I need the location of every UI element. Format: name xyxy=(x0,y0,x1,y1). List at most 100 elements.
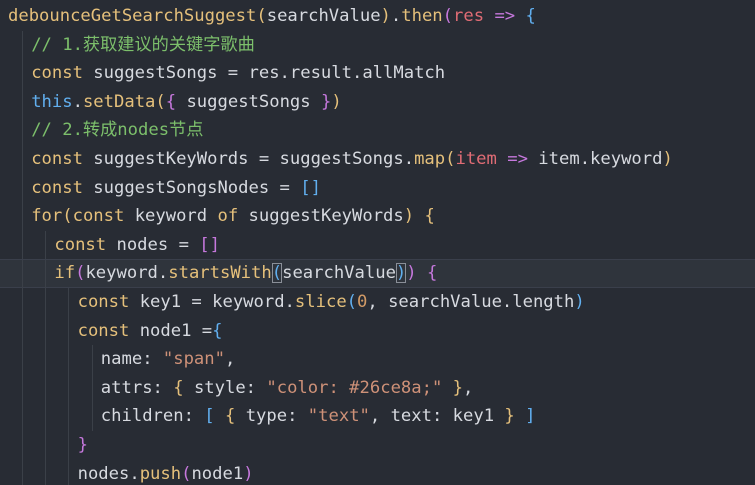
code-token: ) xyxy=(574,292,585,312)
indent-guide xyxy=(45,260,47,289)
indent-guide xyxy=(22,260,23,289)
code-token: ( xyxy=(346,292,358,312)
code-token: => xyxy=(494,6,516,26)
code-token: ( xyxy=(62,206,73,227)
code-editor[interactable]: debounceGetSearchSuggest(searchValue).th… xyxy=(0,0,755,485)
code-token: ) xyxy=(406,263,417,284)
indent-guide xyxy=(68,459,70,485)
code-token: nodes = xyxy=(106,234,200,255)
code-line[interactable]: } xyxy=(0,431,755,460)
code-token: node1 = xyxy=(129,320,213,341)
code-token: ) xyxy=(662,149,673,169)
indent-guide xyxy=(91,373,93,403)
indent-guide xyxy=(22,145,23,174)
indent-guide xyxy=(45,402,47,431)
code-token: } xyxy=(452,377,464,398)
code-line[interactable]: attrs: { style: "color: #26ce8a;" }, xyxy=(0,373,755,403)
code-token: of xyxy=(217,206,239,227)
code-token: this xyxy=(31,91,73,112)
indent-guide xyxy=(22,459,23,485)
code-token: ( xyxy=(256,6,267,26)
code-token: ( xyxy=(181,463,192,484)
code-line[interactable]: const suggestSongsNodes = [] xyxy=(0,173,755,203)
code-token: . xyxy=(72,91,83,112)
code-token: ( xyxy=(442,6,454,26)
code-token: setData xyxy=(82,91,156,112)
indent-guide xyxy=(45,288,47,317)
code-line[interactable]: debounceGetSearchSuggest(searchValue).th… xyxy=(0,2,755,31)
code-line[interactable]: const key1 = keyword.slice(0, searchValu… xyxy=(0,288,755,317)
code-text: // 2.转成nodes节点 xyxy=(31,116,203,145)
code-text: const key1 = keyword.slice(0, searchValu… xyxy=(78,288,585,317)
code-text: const suggestKeyWords = suggestSongs.map… xyxy=(31,145,673,174)
code-token: [] xyxy=(199,234,220,255)
code-token: ( xyxy=(75,263,86,284)
code-token: const xyxy=(77,320,130,341)
indent-guide xyxy=(68,402,70,431)
code-token: item.keyword xyxy=(527,149,663,169)
code-line[interactable]: nodes.push(node1) xyxy=(0,459,755,485)
code-token: { xyxy=(212,320,223,341)
code-token: const xyxy=(72,206,125,227)
code-text: if(keyword.startsWith(searchValue)) { xyxy=(54,260,437,287)
code-line[interactable]: name: "span", xyxy=(0,345,755,374)
code-line[interactable]: if(keyword.startsWith(searchValue)) { xyxy=(0,259,755,289)
indent-guide xyxy=(22,402,23,431)
indent-guide xyxy=(45,316,47,346)
code-token: "text" xyxy=(307,406,370,427)
code-token: ) xyxy=(395,263,407,284)
indent-guide xyxy=(68,345,70,374)
code-line[interactable]: for(const keyword of suggestKeyWords) { xyxy=(0,202,755,231)
code-line[interactable]: // 2.转成nodes节点 xyxy=(0,116,755,145)
code-line[interactable]: const nodes = [] xyxy=(0,230,755,260)
code-token: suggestSongsNodes = xyxy=(82,177,301,198)
code-token: key1 = keyword. xyxy=(129,292,295,312)
code-token: startsWith xyxy=(168,263,272,284)
code-token: attrs: xyxy=(100,377,174,398)
code-token: searchValue xyxy=(282,263,396,284)
code-token: keyword. xyxy=(85,263,169,284)
code-text: children: [ { type: "text", text: key1 }… xyxy=(101,402,536,431)
code-token: map xyxy=(414,149,446,169)
code-token: const xyxy=(31,177,83,198)
code-text: const suggestSongsNodes = [] xyxy=(31,174,321,203)
code-text: nodes.push(node1) xyxy=(78,460,254,485)
code-token: { xyxy=(424,206,435,227)
code-token: if xyxy=(54,263,76,284)
code-token: then xyxy=(401,6,443,26)
indent-guide xyxy=(91,345,93,374)
code-text: // 1.获取建议的关键字歌曲 xyxy=(31,31,255,60)
code-token: } xyxy=(77,435,88,455)
code-token: ) xyxy=(380,6,391,26)
indent-guide xyxy=(22,373,23,403)
indent-guide xyxy=(91,402,93,431)
code-line[interactable]: // 1.获取建议的关键字歌曲 xyxy=(0,30,755,60)
code-token: const xyxy=(77,292,130,312)
code-token: node1 xyxy=(191,463,244,484)
code-token: [ xyxy=(204,406,215,427)
code-line[interactable]: const suggestKeyWords = suggestSongs.map… xyxy=(0,145,755,174)
code-line[interactable]: const node1 ={ xyxy=(0,316,755,346)
indent-guide xyxy=(45,373,47,403)
code-token: item xyxy=(455,149,497,169)
code-token: keyword xyxy=(124,206,218,227)
code-text: const suggestSongs = res.result.allMatch xyxy=(31,59,445,88)
code-line[interactable]: const suggestSongs = res.result.allMatch xyxy=(0,59,755,88)
indent-guide xyxy=(68,373,70,403)
code-token: ( xyxy=(271,263,283,284)
indent-guide xyxy=(22,30,23,60)
code-token: { xyxy=(165,91,177,112)
code-text: for(const keyword of suggestKeyWords) { xyxy=(31,202,435,231)
code-token: suggestKeyWords xyxy=(238,206,404,227)
code-token: "span" xyxy=(162,349,225,370)
code-line[interactable]: children: [ { type: "text", text: key1 }… xyxy=(0,402,755,431)
code-line[interactable]: this.setData({ suggestSongs }) xyxy=(0,87,755,117)
indent-guide xyxy=(68,431,70,460)
code-token: , searchValue.length xyxy=(367,292,575,312)
code-token: nodes. xyxy=(77,463,140,484)
code-token: "color: #26ce8a;" xyxy=(266,377,443,398)
